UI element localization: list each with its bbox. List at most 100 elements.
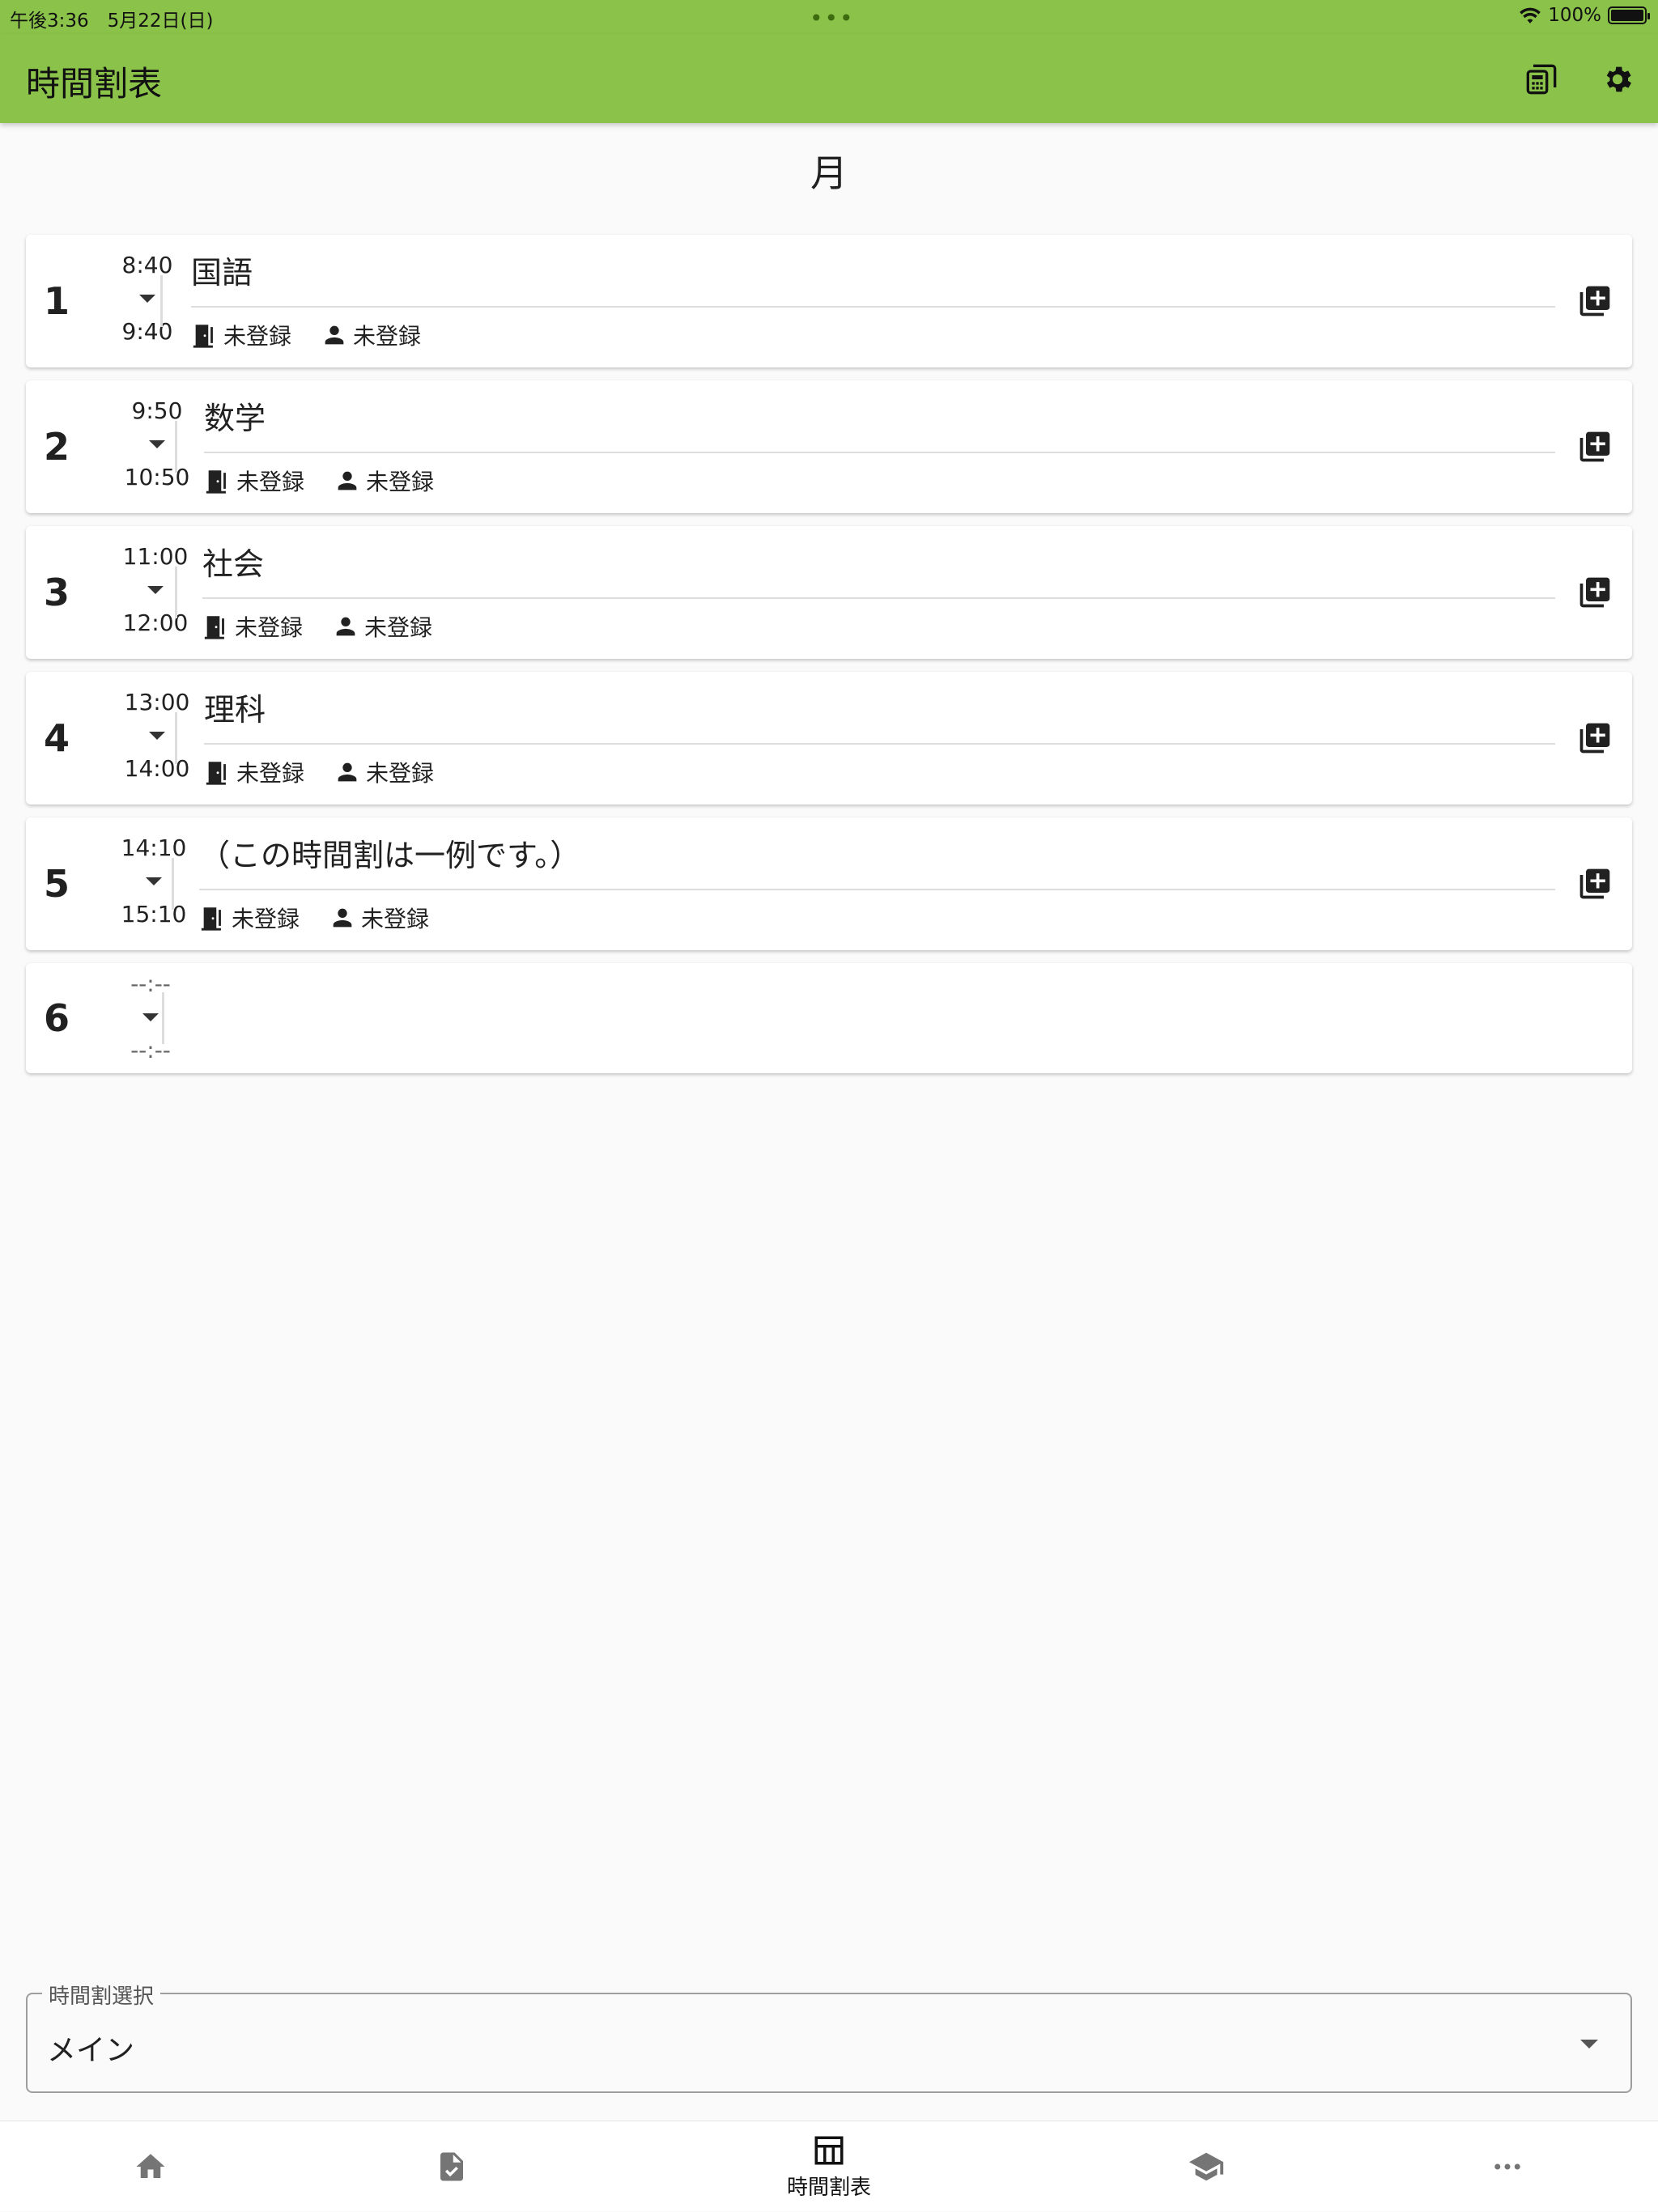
add-subject-button[interactable] [1577,866,1613,902]
room-info: 未登録 [204,465,304,497]
teacher-info: 未登録 [321,319,421,351]
divider [204,743,1555,745]
subject-name: （この時間割は一例です。） [199,838,581,873]
period-start-time: 11:00 [122,543,189,570]
period-card-3[interactable]: 3 11:00 12:00 社会 未登録 未登録 [26,526,1632,659]
nav-timetable-label: 時間割表 [786,2175,871,2200]
door-icon [206,762,226,785]
status-right: 100% [1519,5,1650,26]
library-add-icon [1579,868,1610,899]
teacher-label: 未登録 [366,469,435,495]
nav-tasks[interactable] [371,2121,533,2212]
timetable-select[interactable]: 時間割選択 メイン [26,1980,1632,2093]
caret-down-icon [1580,2040,1598,2049]
person-icon [325,325,344,345]
room-label: 未登録 [236,469,305,495]
multitask-dots-icon[interactable]: ••• [810,5,855,32]
door-icon [204,616,224,639]
period-start-time: 8:40 [121,252,173,278]
settings-button[interactable] [1595,57,1640,102]
teacher-info: 未登録 [334,465,434,497]
period-end-time: --:-- [130,1037,171,1064]
app-bar: 時間割表 [0,34,1658,123]
teacher-label: 未登録 [353,323,422,350]
period-card-1[interactable]: 1 8:40 9:40 国語 未登録 未登録 [26,235,1632,367]
period-time-range[interactable]: 8:40 9:40 [91,251,204,346]
task-file-icon [440,2152,463,2181]
library-add-icon [1579,723,1610,754]
status-bar: 午後3:36 5月22日(日) ••• 100% [0,0,1658,34]
room-label: 未登録 [235,614,304,641]
period-card-4[interactable]: 4 13:00 14:00 理科 未登録 未登録 [26,672,1632,805]
person-icon [338,471,357,490]
door-icon [201,907,221,931]
add-subject-button[interactable] [1577,720,1613,756]
room-info: 未登録 [204,756,304,788]
room-info: 未登録 [202,610,303,643]
period-time-range[interactable]: 14:10 15:10 [97,834,210,929]
battery-percent: 100% [1548,5,1601,26]
room-label: 未登録 [223,323,292,350]
period-card-2[interactable]: 2 9:50 10:50 数学 未登録 未登録 [26,380,1632,513]
period-content: （この時間割は一例です。） 未登録 未登録 [199,835,1555,934]
divider [191,306,1555,308]
period-start-time: 9:50 [131,397,183,424]
nav-school[interactable] [1125,2121,1287,2212]
nav-more[interactable] [1426,2121,1588,2212]
add-subject-button[interactable] [1577,283,1613,319]
period-card-5[interactable]: 5 14:10 15:10 （この時間割は一例です。） 未登録 未登録 [26,817,1632,950]
divider [199,889,1555,890]
gear-icon [1606,66,1631,92]
caret-down-icon [139,295,155,303]
period-meta: 未登録 未登録 [202,610,1555,643]
teacher-label: 未登録 [364,614,433,641]
timetable-select-value: メイン [47,2034,135,2067]
divider [204,452,1555,453]
subject-name: 理科 [204,692,266,728]
period-content: 国語 未登録 未登録 [191,253,1555,351]
divider [202,597,1555,599]
teacher-label: 未登録 [366,760,435,787]
period-number: 4 [44,716,70,760]
period-time-range[interactable]: 11:00 12:00 [99,542,212,638]
period-start-time: 13:00 [124,689,190,715]
period-end-time: 10:50 [124,464,190,490]
period-start-time: 14:10 [121,834,187,861]
caret-down-icon [142,1013,159,1021]
door-icon [206,470,226,494]
period-end-time: 15:10 [121,901,187,928]
room-info: 未登録 [199,902,300,934]
period-time-range[interactable]: --:-- --:-- [94,970,207,1065]
library-add-icon [1579,286,1610,316]
period-end-time: 14:00 [124,755,190,782]
period-meta: 未登録 未登録 [204,465,1555,497]
person-icon [333,908,352,928]
caret-down-icon [149,440,165,448]
person-icon [338,762,357,782]
person-icon [336,617,355,636]
teacher-info: 未登録 [332,610,432,643]
period-card-6[interactable]: 6 --:-- --:-- [26,963,1632,1073]
nav-timetable[interactable]: 時間割表 [748,2121,910,2212]
day-title: 月 [810,151,848,195]
divider [160,275,163,327]
period-time-range[interactable]: 9:50 10:50 [100,397,214,492]
period-content: 理科 未登録 未登録 [204,690,1555,788]
add-subject-button[interactable] [1577,429,1613,465]
nav-home[interactable] [70,2121,232,2212]
calculator-icon [1526,64,1557,95]
caret-down-icon [149,732,165,740]
battery-icon [1608,6,1650,24]
teacher-info: 未登録 [329,902,429,934]
more-horizontal-icon [1494,2163,1520,2170]
subject-name: 数学 [204,401,266,436]
period-content: 数学 未登録 未登録 [204,398,1555,497]
period-end-time: 12:00 [122,609,189,636]
period-number: 5 [44,862,70,906]
add-subject-button[interactable] [1577,575,1613,610]
period-time-range[interactable]: 13:00 14:00 [100,688,214,783]
period-number: 1 [44,279,70,323]
calculator-button[interactable] [1519,57,1564,102]
divider [162,992,164,1044]
bottom-navigation: 時間割表 [0,2121,1658,2211]
